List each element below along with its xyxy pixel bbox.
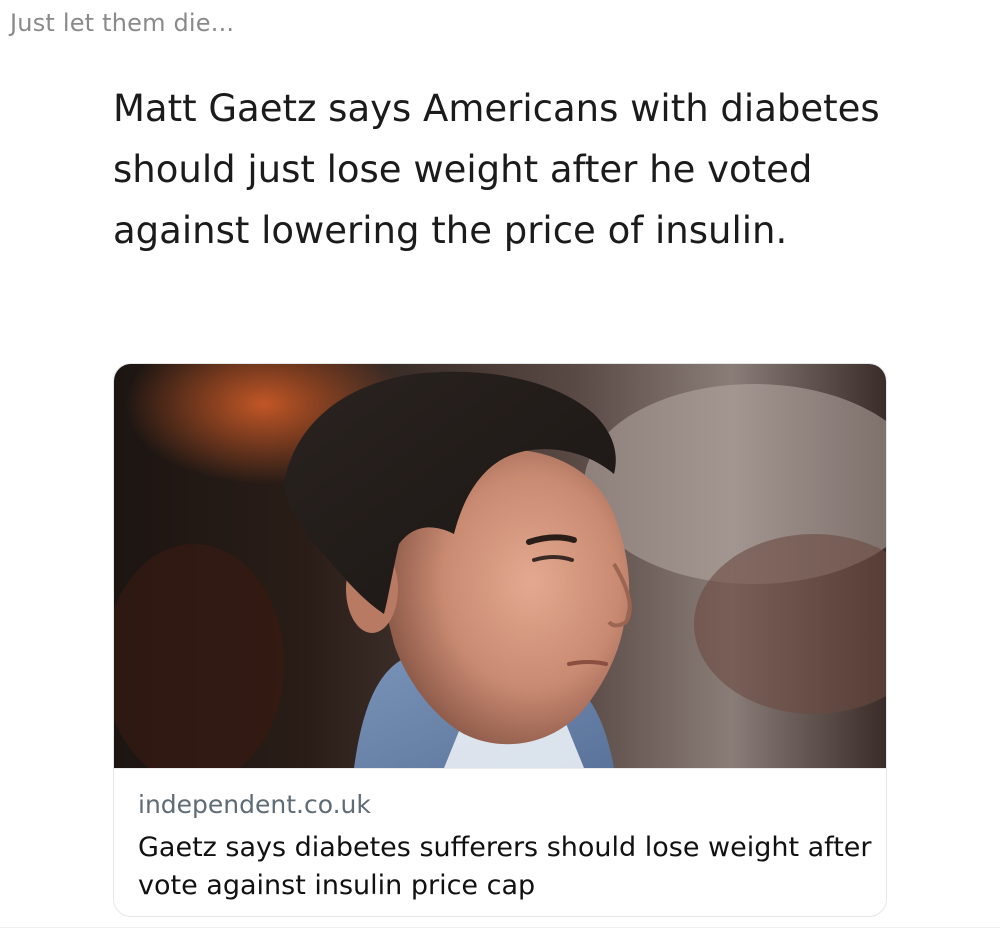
card-domain[interactable]: independent.co.uk [138,790,371,819]
card-image[interactable] [114,364,886,768]
meme-page: Just let them die... Matt Gaetz says Ame… [0,0,1000,933]
post-title: Just let them die... [10,9,235,37]
card-headline[interactable]: Gaetz says diabetes sufferers should los… [138,829,873,905]
divider [0,927,1000,928]
tweet-text: Matt Gaetz says Americans with diabetes … [113,87,880,252]
photo-of-man-in-profile [114,364,886,768]
link-preview-card[interactable]: independent.co.uk Gaetz says diabetes su… [113,363,887,917]
card-footer: independent.co.uk Gaetz says diabetes su… [114,768,886,916]
